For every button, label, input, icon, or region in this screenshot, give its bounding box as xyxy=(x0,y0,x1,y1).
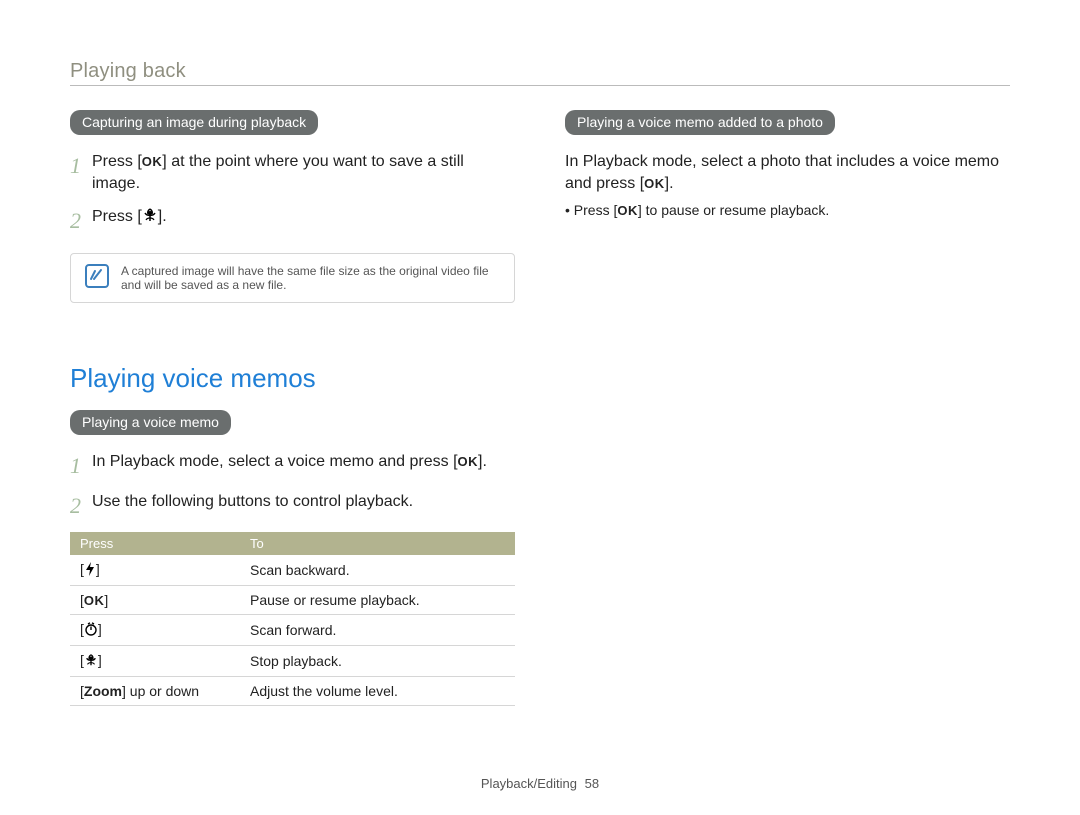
ok-icon: OK xyxy=(458,454,479,469)
ok-icon: OK xyxy=(644,176,665,191)
section-header: Playing back xyxy=(70,60,1010,86)
table-row: [Zoom] up or down Adjust the volume leve… xyxy=(70,677,515,706)
zoom-suffix: ] up or down xyxy=(122,683,199,699)
vm-step1-pre: In Playback mode, select a voice memo an… xyxy=(92,453,458,470)
note-icon xyxy=(85,264,109,288)
step-number: 1 xyxy=(70,151,92,196)
zoom-label: Zoom xyxy=(84,683,122,699)
table-row: [] Stop playback. xyxy=(70,646,515,677)
right-bullet-post: ] to pause or resume playback. xyxy=(638,202,829,218)
right-para-post: ]. xyxy=(665,175,674,192)
press-cell: [] xyxy=(70,646,240,677)
table-header-to: To xyxy=(240,532,515,555)
step-number: 2 xyxy=(70,491,92,522)
vm-step2-text: Use the following buttons to control pla… xyxy=(92,491,515,522)
right-column: Playing a voice memo added to a photo In… xyxy=(565,110,1010,706)
right-para-pre: In Playback mode, select a photo that in… xyxy=(565,153,999,192)
self-timer-icon xyxy=(84,622,98,639)
pill-capture-during-playback: Capturing an image during playback xyxy=(70,110,318,135)
heading-playing-voice-memos: Playing voice memos xyxy=(70,363,515,394)
macro-flower-icon xyxy=(142,207,158,230)
table-row: [] Scan backward. xyxy=(70,555,515,586)
step-number: 1 xyxy=(70,451,92,482)
vm-step1-post: ]. xyxy=(478,453,487,470)
vm-step-2: 2 Use the following buttons to control p… xyxy=(70,491,515,522)
right-bullet-pre: • Press [ xyxy=(565,202,617,218)
step2-text-post: ]. xyxy=(158,208,167,225)
note-box: A captured image will have the same file… xyxy=(70,253,515,303)
footer-chapter: Playback/Editing xyxy=(481,776,577,791)
vm-step-1: 1 In Playback mode, select a voice memo … xyxy=(70,451,515,482)
to-cell: Adjust the volume level. xyxy=(240,677,515,706)
step-number: 2 xyxy=(70,206,92,237)
right-paragraph: In Playback mode, select a photo that in… xyxy=(565,151,1010,196)
step2-text-pre: Press [ xyxy=(92,208,142,225)
press-cell: [OK] xyxy=(70,586,240,615)
left-column: Capturing an image during playback 1 Pre… xyxy=(70,110,515,706)
to-cell: Pause or resume playback. xyxy=(240,586,515,615)
press-cell: [] xyxy=(70,615,240,646)
press-cell: [] xyxy=(70,555,240,586)
ok-icon: OK xyxy=(617,203,638,218)
pill-playing-voice-memo: Playing a voice memo xyxy=(70,410,231,435)
to-cell: Scan forward. xyxy=(240,615,515,646)
table-row: [] Scan forward. xyxy=(70,615,515,646)
table-header-press: Press xyxy=(70,532,240,555)
page-footer: Playback/Editing 58 xyxy=(0,776,1080,791)
flash-icon xyxy=(84,562,96,579)
table-row: [OK] Pause or resume playback. xyxy=(70,586,515,615)
ok-icon: OK xyxy=(84,593,105,608)
pill-voice-memo-photo: Playing a voice memo added to a photo xyxy=(565,110,835,135)
ok-icon: OK xyxy=(142,154,163,169)
footer-page-number: 58 xyxy=(585,776,599,791)
playback-controls-table: Press To [] Scan backward. [OK] Pause or… xyxy=(70,532,515,706)
macro-flower-icon xyxy=(84,653,98,670)
step-1-capture: 1 Press [OK] at the point where you want… xyxy=(70,151,515,196)
note-text: A captured image will have the same file… xyxy=(121,264,500,292)
step1-text-pre: Press [ xyxy=(92,153,142,170)
press-cell: [Zoom] up or down xyxy=(70,677,240,706)
right-bullet: • Press [OK] to pause or resume playback… xyxy=(565,202,1010,218)
to-cell: Scan backward. xyxy=(240,555,515,586)
to-cell: Stop playback. xyxy=(240,646,515,677)
step-2-capture: 2 Press [ ]. xyxy=(70,206,515,237)
